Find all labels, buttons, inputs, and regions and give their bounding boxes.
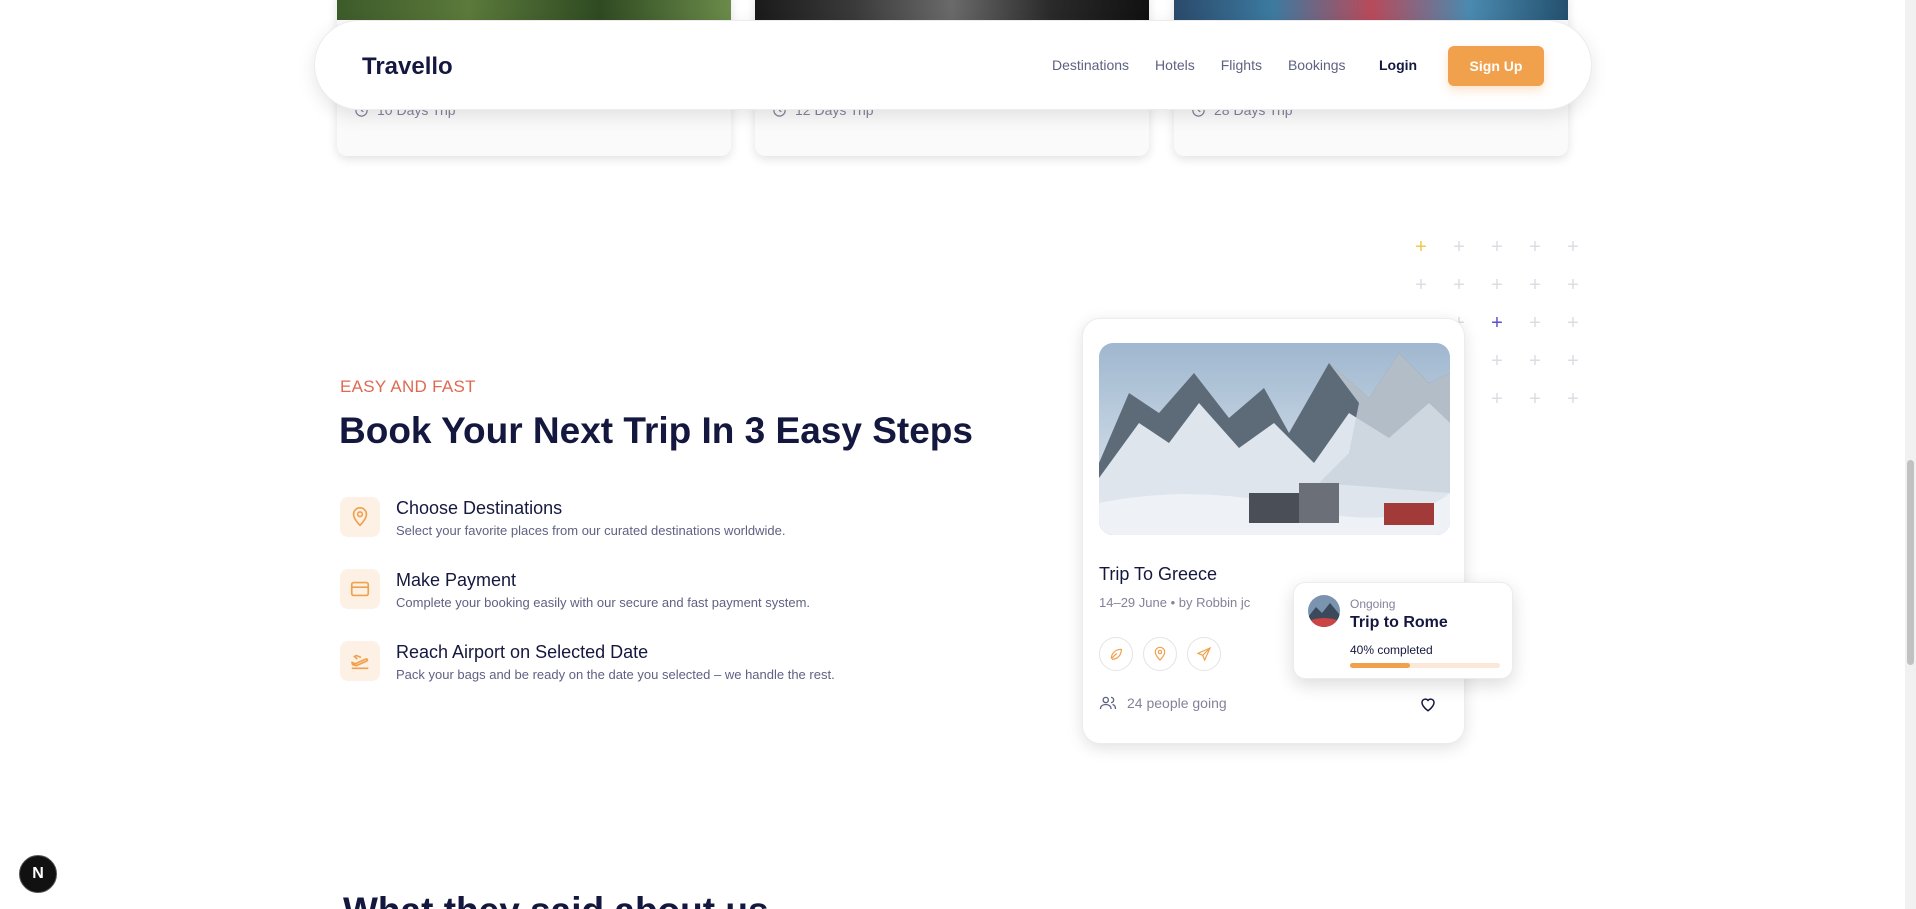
step-desc: Select your favorite places from our cur…: [396, 523, 786, 538]
scrollbar-thumb[interactable]: [1907, 460, 1914, 665]
trip-action-icons: [1099, 637, 1221, 671]
avatar-image: [1308, 595, 1340, 627]
dev-tools-badge[interactable]: N: [19, 855, 57, 893]
progress-bar: [1350, 663, 1500, 668]
leaf-button[interactable]: [1099, 637, 1133, 671]
credit-card-icon: [350, 581, 370, 597]
section-eyebrow: EASY AND FAST: [340, 377, 476, 396]
testimonials-heading: What they said about us: [343, 890, 769, 909]
step-title: Reach Airport on Selected Date: [396, 642, 649, 662]
step-title: Make Payment: [396, 570, 517, 590]
location-button[interactable]: [1143, 637, 1177, 671]
plus-icon: +: [1415, 236, 1427, 258]
plus-icon: +: [1567, 312, 1579, 334]
trip-title: Trip To Greece: [1099, 564, 1218, 584]
plus-icon: +: [1567, 388, 1579, 410]
ongoing-label: Ongoing: [1350, 597, 1396, 611]
login-button[interactable]: Login: [1379, 57, 1417, 73]
plus-icon: +: [1491, 274, 1503, 296]
step-icon-box: [340, 497, 380, 537]
plus-icon: +: [1491, 236, 1503, 258]
step-make-payment: Make Payment Complete your booking easil…: [340, 569, 900, 621]
section-headline: Book Your Next Trip In 3 Easy Steps: [339, 410, 973, 451]
nav-link-hotels[interactable]: Hotels: [1155, 57, 1195, 73]
trip-photo: [1174, 0, 1568, 20]
step-icon-box: [340, 569, 380, 609]
plus-icon: +: [1529, 274, 1541, 296]
plus-icon: +: [1567, 236, 1579, 258]
plus-icon: +: [1491, 312, 1503, 334]
step-desc: Complete your booking easily with our se…: [396, 595, 811, 610]
ongoing-progress-text: 40% completed: [1350, 643, 1433, 657]
map-pin-icon: [1154, 646, 1166, 661]
step-reach-airport: Reach Airport on Selected Date Pack your…: [340, 641, 900, 693]
ongoing-trip-card[interactable]: Ongoing Trip to Rome 40% completed: [1293, 582, 1513, 679]
signup-button[interactable]: Sign Up: [1448, 46, 1544, 86]
nav-link-bookings[interactable]: Bookings: [1288, 57, 1346, 73]
plus-icon: +: [1453, 274, 1465, 296]
step-icon-box: [340, 641, 380, 681]
mountain-illustration: [1099, 343, 1450, 535]
trip-photo: [337, 0, 731, 20]
plus-icon: +: [1415, 274, 1427, 296]
nav-link-destinations[interactable]: Destinations: [1052, 57, 1129, 73]
page-scrollbar[interactable]: [1905, 0, 1916, 909]
logo[interactable]: Travello: [362, 53, 453, 81]
send-icon: [1196, 646, 1212, 662]
plus-icon: +: [1529, 388, 1541, 410]
map-pin-icon: [352, 507, 368, 527]
people-going: 24 people going: [1099, 694, 1227, 712]
nav-link-flights[interactable]: Flights: [1221, 57, 1262, 73]
step-title: Choose Destinations: [396, 498, 563, 518]
plus-icon: +: [1567, 274, 1579, 296]
plus-icon: +: [1567, 350, 1579, 372]
ongoing-trip-name: Trip to Rome: [1350, 614, 1448, 631]
navbar: Travello Destinations Hotels Flights Boo…: [314, 20, 1592, 110]
plane-takeoff-icon: [350, 654, 369, 670]
step-choose-destinations: Choose Destinations Select your favorite…: [340, 497, 900, 549]
step-desc: Pack your bags and be ready on the date …: [396, 667, 835, 682]
plus-icon: +: [1529, 236, 1541, 258]
plus-icon: +: [1529, 350, 1541, 372]
users-icon: [1099, 696, 1117, 710]
plus-icon: +: [1529, 312, 1541, 334]
ongoing-trip-avatar: [1308, 595, 1340, 627]
plus-icon: +: [1491, 350, 1503, 372]
featured-trip-card[interactable]: Trip To Greece 14–29 June • by Robbin jc…: [1082, 318, 1465, 744]
trip-meta: 14–29 June • by Robbin jc: [1099, 595, 1251, 610]
plus-icon: +: [1453, 236, 1465, 258]
progress-bar-fill: [1350, 663, 1410, 668]
leaf-icon: [1110, 648, 1122, 660]
plus-icon: +: [1491, 388, 1503, 410]
nav-links: Destinations Hotels Flights Bookings: [1052, 57, 1372, 73]
people-going-label: 24 people going: [1127, 695, 1227, 711]
send-button[interactable]: [1187, 637, 1221, 671]
heart-icon[interactable]: [1419, 695, 1437, 713]
trip-image: [1099, 343, 1450, 535]
trip-photo: [755, 0, 1149, 20]
